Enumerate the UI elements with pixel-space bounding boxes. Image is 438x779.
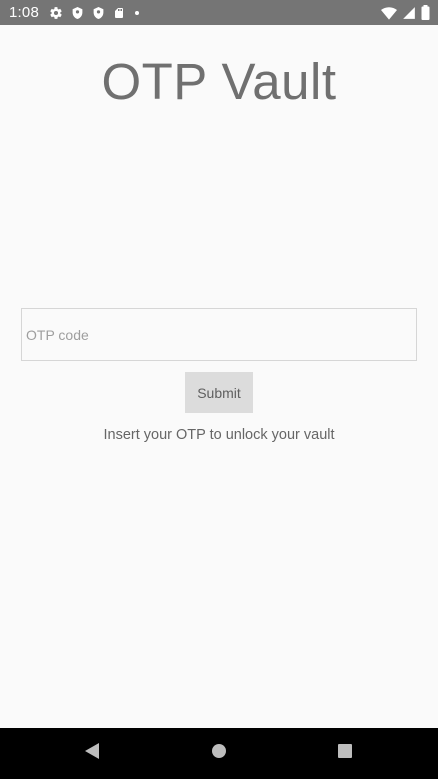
settings-icon <box>49 6 63 20</box>
back-icon <box>84 742 100 765</box>
back-button[interactable] <box>62 728 122 779</box>
cellular-signal-icon <box>402 6 416 20</box>
recents-button[interactable] <box>315 728 375 779</box>
home-icon <box>210 742 228 765</box>
wifi-icon <box>381 6 397 20</box>
navigation-bar <box>0 728 438 779</box>
submit-button[interactable]: Submit <box>185 372 253 413</box>
status-system-icons <box>381 5 430 20</box>
sd-card-icon <box>113 6 125 20</box>
battery-icon <box>421 5 430 20</box>
unlock-hint-text: Insert your OTP to unlock your vault <box>103 427 335 443</box>
status-time: 1:08 <box>9 4 39 21</box>
otp-code-input[interactable] <box>21 308 417 361</box>
dot-icon <box>133 6 141 20</box>
status-notification-icons <box>49 6 141 20</box>
app-screen: 1:08 OTP Vault OTP code Submit Insert yo… <box>0 0 438 779</box>
status-bar: 1:08 <box>0 0 438 25</box>
recents-icon <box>337 743 353 764</box>
home-button[interactable] <box>189 728 249 779</box>
page-title: OTP Vault <box>101 53 337 110</box>
shield-icon <box>71 6 84 20</box>
shield-icon <box>92 6 105 20</box>
